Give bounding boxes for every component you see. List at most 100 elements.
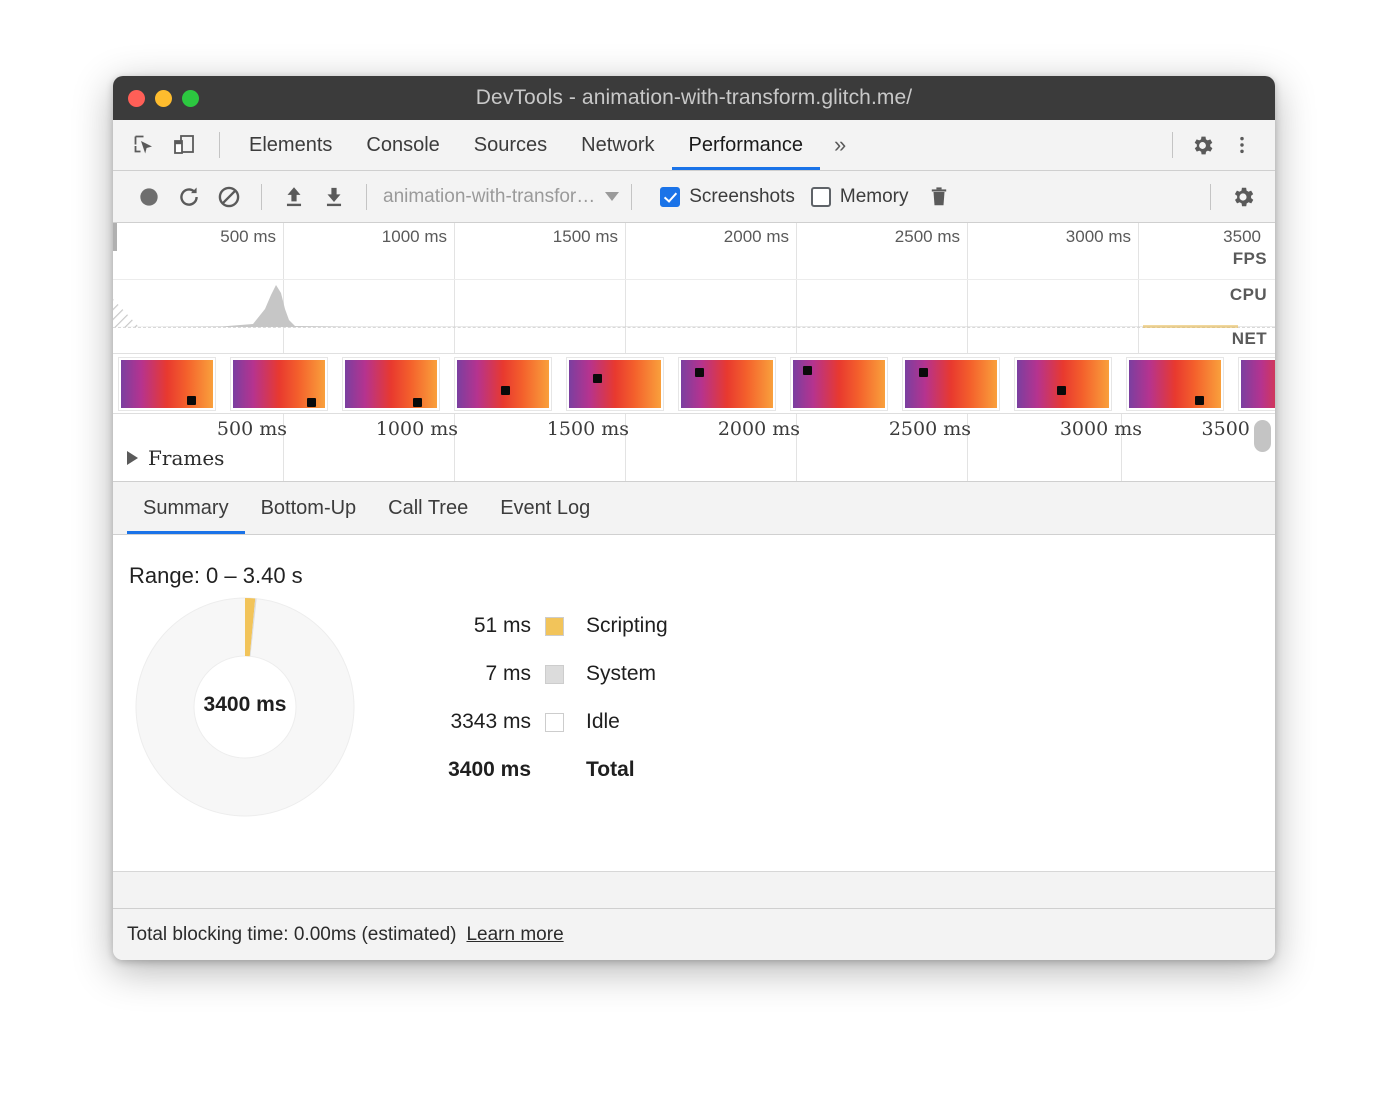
status-bar: Total blocking time: 0.00ms (estimated) … (113, 908, 1275, 960)
tab-elements[interactable]: Elements (232, 120, 349, 170)
save-profile-icon[interactable] (314, 179, 354, 215)
overview-tick: 3000 ms (1066, 227, 1138, 247)
device-toolbar-icon[interactable] (167, 128, 201, 162)
window-titlebar: DevTools - animation-with-transform.glit… (113, 76, 1275, 120)
filmstrip-frame[interactable] (791, 358, 887, 410)
screenshots-checkbox[interactable]: Screenshots (660, 186, 795, 208)
legend-name-system: System (564, 662, 656, 686)
minimize-button[interactable] (155, 90, 172, 107)
frames-track-label: Frames (148, 446, 224, 470)
settings-gear-icon[interactable] (1185, 128, 1219, 162)
ruler-tick: 1500 ms (547, 418, 637, 440)
filmstrip-frame[interactable] (343, 358, 439, 410)
animated-square (919, 368, 928, 377)
overview-tick: 1500 ms (553, 227, 625, 247)
filmstrip[interactable] (113, 354, 1275, 414)
frame-screenshot (1129, 360, 1221, 408)
frames-track[interactable]: Frames (127, 446, 224, 470)
legend-name-idle: Idle (564, 710, 620, 734)
legend-name-scripting: Scripting (564, 614, 668, 638)
overview-left-handle[interactable] (113, 223, 117, 251)
filmstrip-frame[interactable] (1127, 358, 1223, 410)
tab-performance[interactable]: Performance (672, 120, 821, 170)
more-tabs-icon[interactable]: » (820, 120, 860, 170)
profile-select[interactable]: animation-with-transfor… (383, 186, 619, 208)
network-band (113, 323, 1275, 331)
legend-row-total: 3400 ms Total (413, 757, 668, 783)
legend-row-system[interactable]: 7 ms System (413, 661, 668, 687)
ruler-tick: 2500 ms (889, 418, 979, 440)
legend-value-scripting: 51 ms (413, 614, 545, 638)
filmstrip-frame[interactable] (1239, 358, 1275, 410)
vertical-scrollbar-thumb[interactable] (1254, 420, 1271, 452)
overview-tick: 500 ms (220, 227, 283, 247)
tab-summary[interactable]: Summary (127, 482, 245, 534)
legend-swatch-idle (545, 713, 564, 732)
overview-label-cpu: CPU (1230, 285, 1267, 305)
perftoolbar-divider-2 (366, 184, 367, 210)
legend-row-scripting[interactable]: 51 ms Scripting (413, 613, 668, 639)
ruler-tick: 2000 ms (718, 418, 808, 440)
close-button[interactable] (128, 90, 145, 107)
legend-swatch-total (545, 761, 564, 780)
capture-settings-gear-icon[interactable] (1223, 179, 1263, 215)
record-button[interactable] (129, 179, 169, 215)
performance-toolbar: animation-with-transfor… Screenshots Mem… (113, 171, 1275, 223)
window-title: DevTools - animation-with-transform.glit… (113, 86, 1275, 110)
frame-screenshot (1241, 360, 1275, 408)
frame-screenshot (121, 360, 213, 408)
screenshots-label: Screenshots (689, 186, 795, 208)
animated-square (803, 366, 812, 375)
filmstrip-frame[interactable] (455, 358, 551, 410)
filmstrip-frame[interactable] (679, 358, 775, 410)
tab-event-log[interactable]: Event Log (484, 482, 606, 534)
memory-checkbox[interactable]: Memory (811, 186, 909, 208)
tab-bottom-up[interactable]: Bottom-Up (245, 482, 373, 534)
filmstrip-frame[interactable] (903, 358, 999, 410)
legend-swatch-system (545, 665, 564, 684)
filmstrip-frame[interactable] (567, 358, 663, 410)
expand-triangle-icon[interactable] (127, 451, 138, 465)
filmstrip-frame[interactable] (231, 358, 327, 410)
tab-call-tree[interactable]: Call Tree (372, 482, 484, 534)
legend-swatch-scripting (545, 617, 564, 636)
ruler-tick: 1000 ms (376, 418, 466, 440)
more-vertical-icon[interactable] (1225, 128, 1259, 162)
tabbar-right-actions (1160, 128, 1275, 162)
window-controls (128, 76, 199, 120)
checkbox-box-memory (811, 187, 831, 207)
tab-sources[interactable]: Sources (457, 120, 564, 170)
filmstrip-frame[interactable] (1015, 358, 1111, 410)
inspect-element-icon[interactable] (127, 128, 161, 162)
perftoolbar-divider-4 (1210, 184, 1211, 210)
ruler-tick: 500 ms (217, 418, 295, 440)
timeline-ruler[interactable]: 500 ms 1000 ms 1500 ms 2000 ms 2500 ms 3… (113, 414, 1275, 482)
animated-square (1057, 386, 1066, 395)
perftoolbar-divider-1 (261, 184, 262, 210)
summary-pane: Range: 0 – 3.40 s 3400 ms 51 ms Scriptin… (113, 535, 1275, 871)
legend-name-total: Total (564, 758, 635, 782)
timeline-overview[interactable]: 500 ms 1000 ms 1500 ms 2000 ms 2500 ms 3… (113, 223, 1275, 354)
maximize-button[interactable] (182, 90, 199, 107)
frame-screenshot (905, 360, 997, 408)
frame-screenshot (457, 360, 549, 408)
animated-square (593, 374, 602, 383)
overview-tick: 1000 ms (382, 227, 454, 247)
frame-screenshot (233, 360, 325, 408)
load-profile-icon[interactable] (274, 179, 314, 215)
tab-network[interactable]: Network (564, 120, 671, 170)
legend-row-idle[interactable]: 3343 ms Idle (413, 709, 668, 735)
reload-and-record-button[interactable] (169, 179, 209, 215)
tabbar-right-divider (1172, 132, 1173, 158)
frame-screenshot (569, 360, 661, 408)
tab-console[interactable]: Console (349, 120, 456, 170)
frame-screenshot (681, 360, 773, 408)
animated-square (187, 396, 196, 405)
filmstrip-frame[interactable] (119, 358, 215, 410)
clear-recording-button[interactable] (209, 179, 249, 215)
animated-square (1195, 396, 1204, 405)
animated-square (501, 386, 510, 395)
cpu-usage-graph (113, 279, 1275, 329)
learn-more-link[interactable]: Learn more (466, 924, 563, 946)
trash-icon[interactable] (919, 179, 959, 215)
